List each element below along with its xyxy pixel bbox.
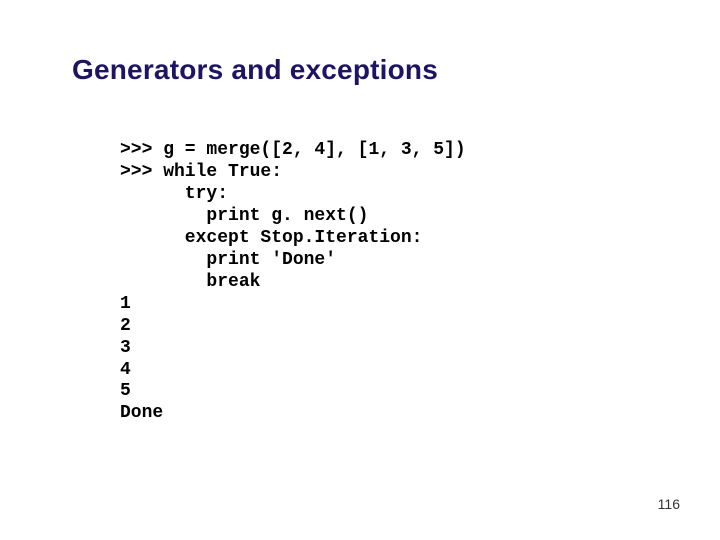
code-block: >>> g = merge([2, 4], [1, 3, 5]) >>> whi…	[120, 140, 466, 425]
slide-title: Generators and exceptions	[72, 54, 438, 86]
page-number: 116	[658, 496, 680, 512]
slide: Generators and exceptions >>> g = merge(…	[0, 0, 720, 540]
